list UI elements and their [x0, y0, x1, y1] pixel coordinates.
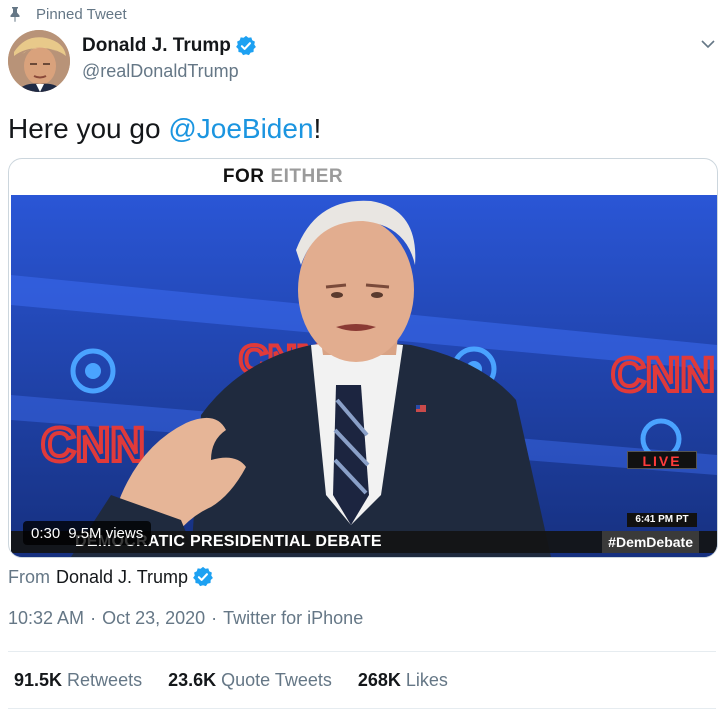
tweet-meta: 10:32 AM · Oct 23, 2020 · Twitter for iP…: [8, 608, 363, 629]
meta-separator: ·: [90, 608, 97, 628]
video-title: FOR EITHER: [9, 159, 717, 195]
video-player[interactable]: CNN CNN CNN LIVE 6:41 PM: [11, 195, 717, 557]
divider: [8, 708, 716, 709]
video-card[interactable]: FOR EITHER CNN CNN CNN: [8, 158, 718, 558]
tweet-date[interactable]: Oct 23, 2020: [102, 608, 205, 629]
author-name[interactable]: Donald J. Trump: [82, 34, 231, 58]
from-prefix: From: [8, 566, 50, 587]
chevron-down-icon: [701, 40, 715, 49]
retweets-stat[interactable]: 91.5K Retweets: [14, 670, 142, 691]
tweet-menu-button[interactable]: [700, 36, 716, 57]
svg-text:CNN: CNN: [41, 419, 145, 472]
debate-hashtag: #DemDebate: [602, 531, 699, 553]
live-indicator: LIVE 6:41 PM PT: [627, 451, 697, 527]
likes-count: 268K: [357, 670, 401, 690]
mention-link[interactable]: @JoeBiden: [168, 113, 313, 144]
video-title-bold: FOR: [222, 166, 265, 187]
quote-tweets-label: Quote Tweets: [221, 670, 332, 690]
tweet-text-suffix: !: [313, 113, 322, 144]
likes-label: Likes: [405, 670, 448, 690]
avatar[interactable]: [8, 30, 70, 92]
tweet-text: Here you go @JoeBiden!: [8, 112, 321, 146]
video-views: 9.5M views: [68, 524, 144, 542]
svg-text:CNN: CNN: [611, 349, 715, 402]
live-label: LIVE: [627, 451, 697, 469]
tweet-text-prefix: Here you go: [8, 113, 169, 144]
tweet-stats: 91.5K Retweets 23.6K Quote Tweets 268K L…: [14, 670, 474, 691]
quote-tweets-stat[interactable]: 23.6K Quote Tweets: [168, 670, 332, 691]
video-frame: CNN CNN CNN: [11, 195, 717, 557]
likes-stat[interactable]: 268K Likes: [358, 670, 448, 691]
verified-badge-icon: [235, 35, 257, 57]
retweets-label: Retweets: [67, 670, 143, 690]
pin-icon: [10, 7, 20, 22]
author-handle[interactable]: @realDonaldTrump: [82, 59, 257, 83]
video-duration-overlay: 0:30 9.5M views: [23, 521, 152, 545]
tweet-source[interactable]: Twitter for iPhone: [223, 608, 363, 629]
from-author-link[interactable]: Donald J. Trump: [56, 567, 188, 588]
profile-avatar: [8, 30, 70, 92]
divider: [8, 651, 716, 652]
video-title-light: EITHER: [270, 166, 344, 187]
tweet-time[interactable]: 10:32 AM: [8, 608, 84, 629]
retweets-count: 91.5K: [14, 670, 63, 690]
pinned-label: Pinned Tweet: [36, 5, 127, 23]
live-time: 6:41 PM PT: [627, 513, 697, 527]
verified-badge-icon: [192, 566, 214, 588]
quote-tweets-count: 23.6K: [168, 670, 217, 690]
video-duration: 0:30: [31, 524, 61, 542]
meta-separator: ·: [211, 608, 218, 628]
tweet-author[interactable]: Donald J. Trump @realDonaldTrump: [82, 34, 257, 83]
video-attribution: From Donald J. Trump: [8, 566, 214, 588]
pinned-tweet-indicator: Pinned Tweet: [8, 4, 127, 24]
